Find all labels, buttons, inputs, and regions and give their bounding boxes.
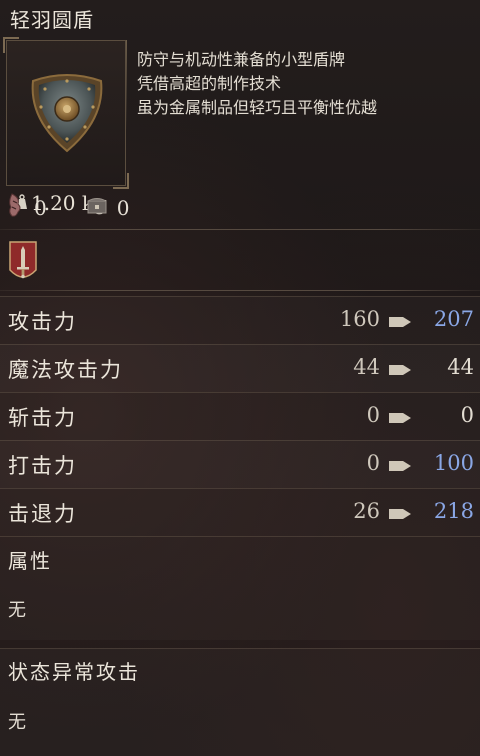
attribute-section bbox=[0, 536, 480, 640]
stat-new-value: 207 bbox=[433, 307, 474, 331]
divider bbox=[0, 229, 480, 230]
item-description: 防守与机动性兼备的小型盾牌 凭借高超的制作技术 虽为金属制品但轻巧且平衡性优越 bbox=[137, 48, 377, 120]
sword-emblem-icon bbox=[8, 240, 38, 288]
stat-label: 斩击力 bbox=[8, 406, 77, 430]
attribute-value: 无 bbox=[8, 600, 26, 621]
stat-base-value: 160 bbox=[339, 307, 380, 331]
description-line: 防守与机动性兼备的小型盾牌 bbox=[137, 50, 346, 69]
stat-base-value: 0 bbox=[366, 403, 380, 427]
description-line: 凭借高超的制作技术 bbox=[137, 74, 282, 93]
stat-label: 魔法攻击力 bbox=[8, 358, 123, 382]
substats-row: 0 0 bbox=[6, 192, 169, 223]
attribute-label: 属性 bbox=[8, 549, 52, 573]
arrow-right-icon bbox=[389, 458, 411, 477]
stat-base-value: 26 bbox=[353, 499, 380, 523]
stat-row-magic-attack: 魔法攻击力 44 44 bbox=[0, 344, 480, 392]
item-name: 轻羽圆盾 bbox=[10, 8, 94, 32]
stat-label: 攻击力 bbox=[8, 310, 77, 334]
arrow-right-icon bbox=[389, 506, 411, 525]
round-shield-icon bbox=[27, 71, 107, 159]
description-line: 虽为金属制品但轻巧且平衡性优越 bbox=[137, 98, 378, 117]
status-attack-label: 状态异常攻击 bbox=[8, 660, 140, 684]
stat-row-knockback: 击退力 26 218 bbox=[0, 488, 480, 536]
desc-divider bbox=[126, 40, 127, 130]
stat-new-value: 100 bbox=[433, 451, 474, 475]
item-frame: 1.20 kg bbox=[3, 37, 129, 215]
substat-value: 0 bbox=[34, 195, 47, 220]
arrow-right-icon bbox=[389, 314, 411, 333]
substat-chest: 0 bbox=[87, 195, 130, 220]
stat-base-value: 44 bbox=[353, 355, 380, 379]
stat-row-strike: 打击力 0 100 bbox=[0, 440, 480, 488]
substat-bleed: 0 bbox=[6, 192, 47, 223]
arrow-right-icon bbox=[389, 362, 411, 381]
stat-label: 打击力 bbox=[8, 454, 77, 478]
bleed-icon bbox=[6, 192, 34, 223]
divider bbox=[0, 290, 480, 291]
stat-row-attack: 攻击力 160 207 bbox=[0, 296, 480, 344]
status-attack-value: 无 bbox=[8, 712, 26, 733]
chest-icon bbox=[87, 196, 117, 220]
stat-new-value: 218 bbox=[433, 499, 474, 523]
arrow-right-icon bbox=[389, 410, 411, 429]
stat-base-value: 0 bbox=[366, 451, 380, 475]
stat-new-value: 0 bbox=[460, 403, 474, 427]
stat-new-value: 44 bbox=[447, 355, 474, 379]
stat-row-slash: 斩击力 0 0 bbox=[0, 392, 480, 440]
substat-value: 0 bbox=[116, 195, 130, 220]
stat-label: 击退力 bbox=[8, 502, 77, 526]
